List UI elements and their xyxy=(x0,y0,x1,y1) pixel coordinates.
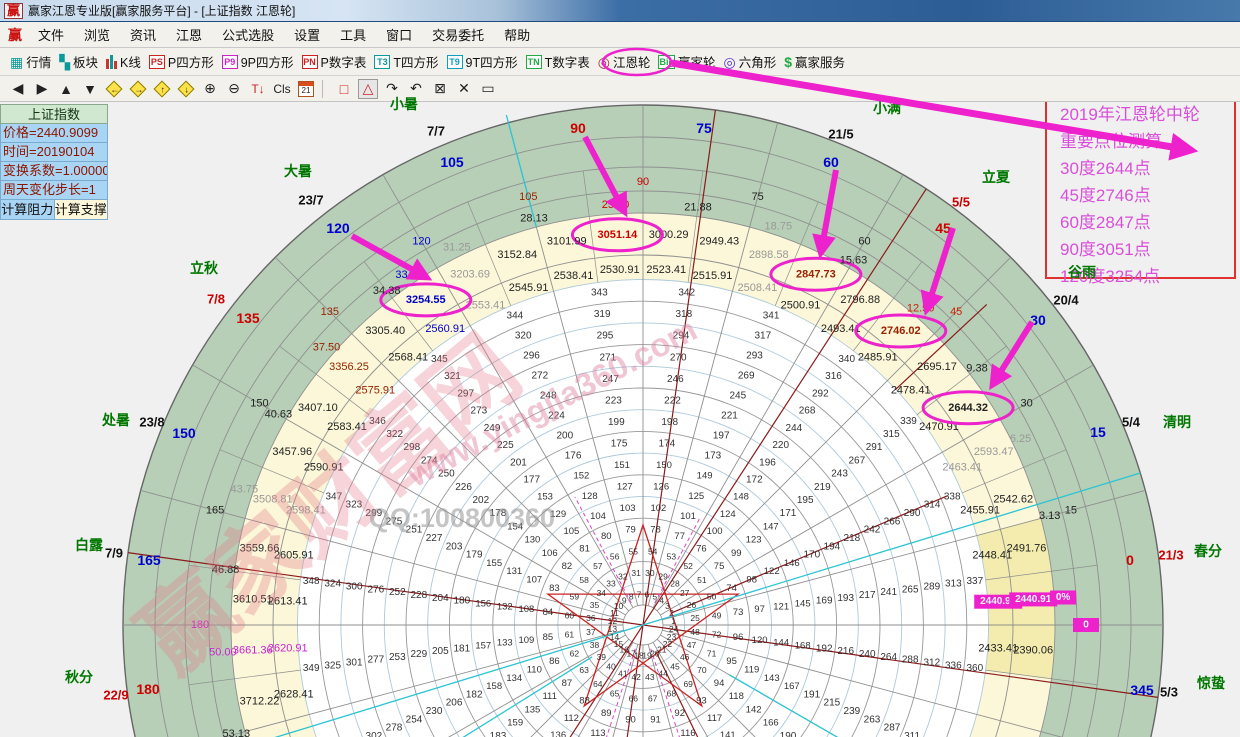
hexagon-icon: ◎ xyxy=(724,55,736,69)
sectors-icon: ▚ xyxy=(59,55,70,69)
t-updown-icon[interactable]: T↓ xyxy=(248,79,268,99)
toolbar-item-label: P数字表 xyxy=(321,52,367,71)
diamond-left-icon[interactable]: ← xyxy=(104,79,124,99)
toolbar-item-label: 六角形 xyxy=(739,52,777,71)
menu-item[interactable]: 交易委托 xyxy=(432,25,484,44)
menu-item[interactable]: 窗口 xyxy=(386,25,412,44)
toolbar-item-p-square[interactable]: PSP四方形 xyxy=(145,51,218,72)
symbol-name: 上证指数 xyxy=(0,104,108,124)
triangle-tool-icon[interactable]: △ xyxy=(358,79,378,99)
xbox-tool-icon[interactable]: ⊠ xyxy=(430,79,450,99)
toolbar-item-label: 江恩轮 xyxy=(613,52,651,71)
menu-item[interactable]: 帮助 xyxy=(504,25,530,44)
annotation-line: 2019年江恩轮中轮 xyxy=(1060,101,1234,128)
menu-item[interactable]: 浏览 xyxy=(84,25,110,44)
zoom-out-icon[interactable]: ⊖ xyxy=(224,79,244,99)
nav-left-icon[interactable]: ◀ xyxy=(8,79,28,99)
menu-bar: 赢 文件 浏览 资讯 江恩 公式选股 设置 工具 窗口 交易委托 帮助 xyxy=(0,22,1240,48)
sep1-icon xyxy=(322,80,328,98)
menu-item[interactable]: 资讯 xyxy=(130,25,156,44)
toolbar-item-gann-wheel[interactable]: ◎江恩轮 xyxy=(594,51,655,72)
toolbar-item-label: 行情 xyxy=(26,52,51,71)
p-table-icon: PN xyxy=(302,55,318,69)
gann-wheel-icon: ◎ xyxy=(598,55,610,69)
toolbar-item-9t-square[interactable]: T99T四方形 xyxy=(443,51,522,72)
toolbar-item-p-table[interactable]: PNP数字表 xyxy=(298,51,371,72)
annotation-box: 2019年江恩轮中轮重要点位测算30度2644点45度2746点60度2847点… xyxy=(1045,88,1236,279)
diamond-up-icon[interactable]: ↑ xyxy=(152,79,172,99)
toolbar-item-label: 赢家轮 xyxy=(678,52,716,71)
annotation-line: 60度2847点 xyxy=(1060,209,1234,236)
annotation-line: 90度3051点 xyxy=(1060,236,1234,263)
zoom-in-icon[interactable]: ⊕ xyxy=(200,79,220,99)
title-bar: 赢 赢家江恩专业版[赢家服务平台] - [上证指数 江恩轮] xyxy=(0,0,1240,22)
nav-down-icon[interactable]: ▼ xyxy=(80,79,100,99)
t-table-icon: TN xyxy=(526,55,542,69)
menu-item[interactable]: 工具 xyxy=(340,25,366,44)
toolbar-item-t-table[interactable]: TNT数字表 xyxy=(522,51,594,72)
menu-item[interactable]: 江恩 xyxy=(176,25,202,44)
symbol-info-panel: 上证指数 价格=2440.9099时间=20190104变换系数=1.00000… xyxy=(0,104,108,220)
menu-item[interactable]: 文件 xyxy=(38,25,64,44)
toolbar-item-winner-wheel[interactable]: Big赢家轮 xyxy=(654,51,719,72)
cls-icon[interactable]: Cls xyxy=(272,79,292,99)
toolbar-item-quotes[interactable]: ▦行情 xyxy=(6,51,55,72)
toolbar-item-label: 赢家服务 xyxy=(795,52,845,71)
rotate-cw-icon[interactable]: ↷ xyxy=(382,79,402,99)
toolbar-item-label: T数字表 xyxy=(545,52,590,71)
quotes-icon: ▦ xyxy=(10,55,23,69)
9p-square-icon: P9 xyxy=(222,55,238,69)
main-toolbar: ▦行情▚板块K线PSP四方形P99P四方形PNP数字表T3T四方形T99T四方形… xyxy=(0,48,1240,76)
diamond-down-icon[interactable]: ↓ xyxy=(176,79,196,99)
rect-tool-icon[interactable]: □ xyxy=(334,79,354,99)
diamond-right-icon[interactable]: → xyxy=(128,79,148,99)
kline-icon xyxy=(106,54,117,69)
p-square-icon: PS xyxy=(149,55,165,69)
toolbar-item-sectors[interactable]: ▚板块 xyxy=(55,51,102,72)
toolbar-item-hexagon[interactable]: ◎六角形 xyxy=(720,51,781,72)
screen-tool-icon[interactable]: ▭ xyxy=(478,79,498,99)
calc-support-button[interactable]: 计算支撑 xyxy=(55,200,109,220)
calendar-icon[interactable]: 21 xyxy=(296,79,316,99)
toolbar-item-label: P四方形 xyxy=(168,52,214,71)
toolbar-item-label: K线 xyxy=(120,52,141,71)
toolbar-item-label: T四方形 xyxy=(393,52,438,71)
nav-up-icon[interactable]: ▲ xyxy=(56,79,76,99)
winner-wheel-icon: Big xyxy=(658,55,675,69)
info-row: 时间=20190104 xyxy=(0,143,108,162)
t-square-icon: T3 xyxy=(374,55,390,69)
draw-toolbar: ◀▶▲▼←→↑↓⊕⊖T↓Cls21 □△↷↶⊠✕▭ xyxy=(0,76,1240,102)
window-title: 赢家江恩专业版[赢家服务平台] - [上证指数 江恩轮] xyxy=(28,2,295,19)
toolbar-item-label: 9P四方形 xyxy=(241,52,294,71)
toolbar-item-label: 板块 xyxy=(73,52,98,71)
toolbar-item-label: 9T四方形 xyxy=(466,52,518,71)
toolbar-item-9p-square[interactable]: P99P四方形 xyxy=(218,51,298,72)
info-row: 变换系数=1.00000 xyxy=(0,162,108,181)
info-row: 价格=2440.9099 xyxy=(0,124,108,143)
menu-item[interactable]: 公式选股 xyxy=(222,25,274,44)
rotate-ccw-icon[interactable]: ↶ xyxy=(406,79,426,99)
info-row: 周天变化步长=1 xyxy=(0,181,108,200)
app-logo-icon: 赢 xyxy=(4,3,23,19)
menu-item[interactable]: 设置 xyxy=(294,25,320,44)
annotation-line: 30度2644点 xyxy=(1060,155,1234,182)
annotation-line: 120度3254点 xyxy=(1060,263,1234,290)
9t-square-icon: T9 xyxy=(447,55,463,69)
toolbar-item-kline[interactable]: K线 xyxy=(102,51,145,72)
annotation-line: 45度2746点 xyxy=(1060,182,1234,209)
shrink-tool-icon[interactable]: ✕ xyxy=(454,79,474,99)
toolbar-item-winner-service[interactable]: $赢家服务 xyxy=(780,51,849,72)
toolbar-item-t-square[interactable]: T3T四方形 xyxy=(370,51,442,72)
nav-right-icon[interactable]: ▶ xyxy=(32,79,52,99)
winner-service-icon: $ xyxy=(784,55,792,69)
annotation-line: 重要点位测算 xyxy=(1060,128,1234,155)
calc-resistance-button[interactable]: 计算阻力 xyxy=(0,200,55,220)
menu-logo-icon: 赢 xyxy=(8,25,22,45)
